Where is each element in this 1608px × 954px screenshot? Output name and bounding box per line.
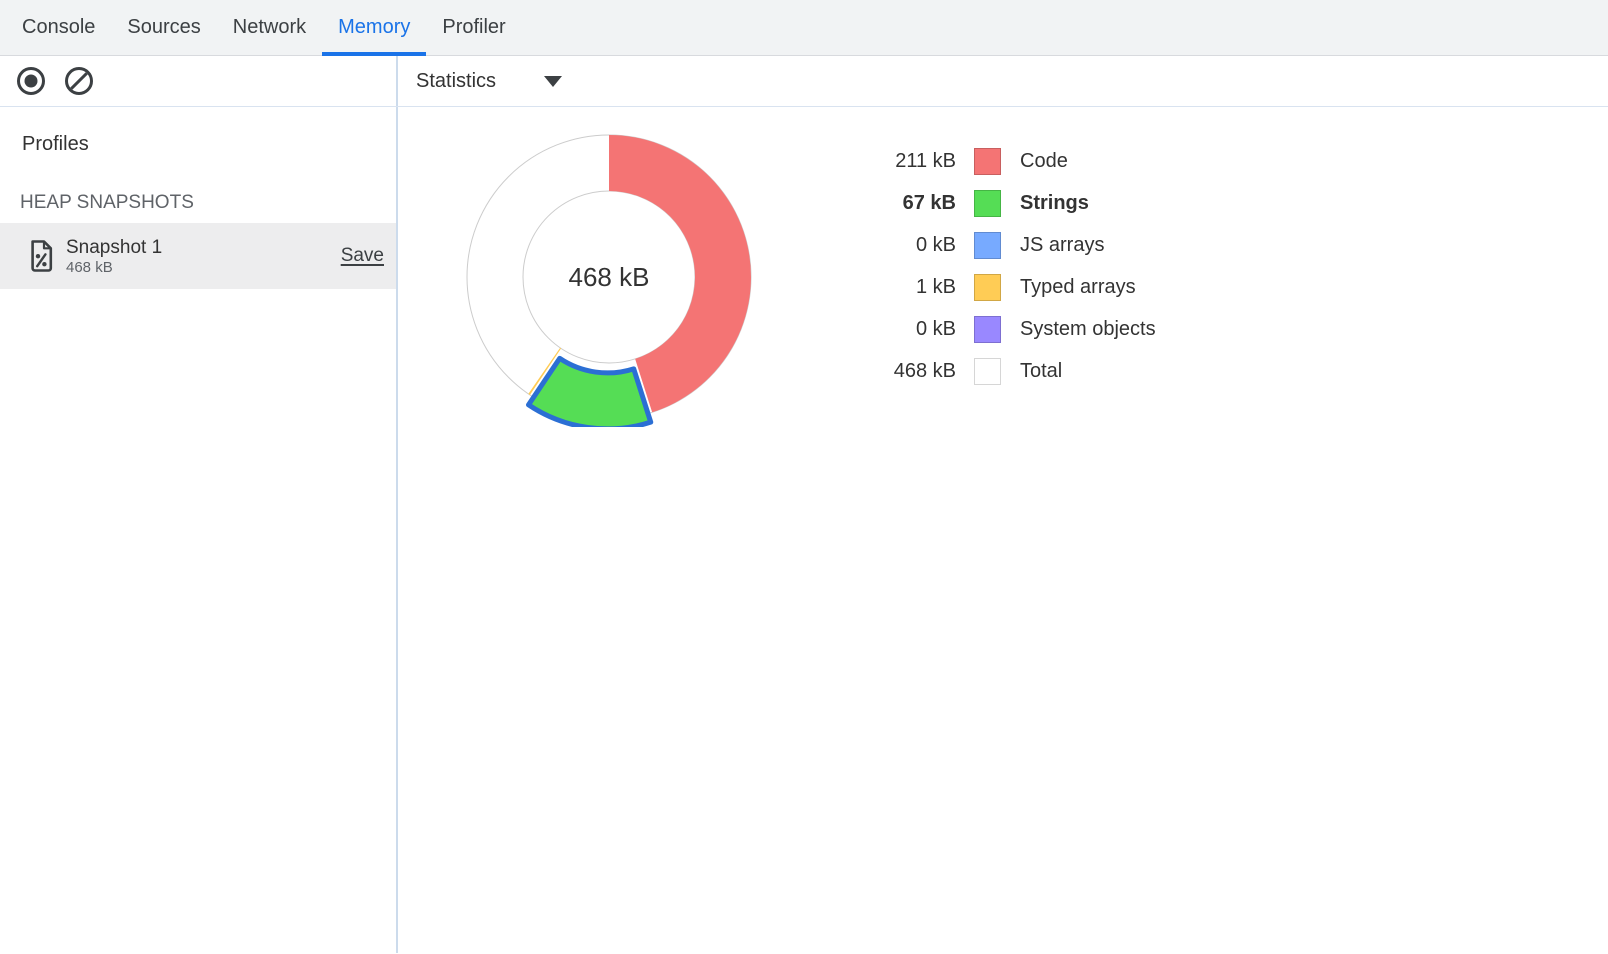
dropdown-arrow-icon <box>544 76 562 87</box>
legend-swatch-typed-arrays <box>974 274 1001 301</box>
profiles-sidebar: Profiles HEAP SNAPSHOTS Snapshot 1 468 k… <box>0 107 398 953</box>
legend-swatch-strings <box>974 190 1001 217</box>
legend-label: Total <box>1020 360 1062 383</box>
legend-row-js-arrays[interactable]: 0 kB JS arrays <box>836 224 1156 266</box>
tab-memory[interactable]: Memory <box>322 0 426 55</box>
heap-donut-chart-wrap: 468 kB <box>459 127 759 427</box>
heap-snapshot-icon <box>28 240 54 272</box>
tab-network[interactable]: Network <box>217 0 322 55</box>
clear-icon <box>65 67 93 95</box>
legend-swatch-system-objects <box>974 316 1001 343</box>
legend-label: Strings <box>1020 192 1089 215</box>
legend-size: 0 kB <box>836 318 956 341</box>
legend-size: 67 kB <box>836 192 956 215</box>
snapshot-title: Snapshot 1 <box>66 236 341 259</box>
legend-label: Typed arrays <box>1020 276 1136 299</box>
memory-toolbar: Statistics <box>0 56 1608 107</box>
devtools-tabbar: Console Sources Network Memory Profiler <box>0 0 1608 56</box>
legend-row-strings[interactable]: 67 kB Strings <box>836 182 1156 224</box>
memory-panel-content: Profiles HEAP SNAPSHOTS Snapshot 1 468 k… <box>0 107 1608 953</box>
donut-chart <box>459 127 759 427</box>
record-heap-snapshot-button[interactable] <box>17 67 45 95</box>
statistics-view: 468 kB 211 kB Code 67 kB Strings 0 kB JS… <box>398 107 1608 953</box>
legend-size: 0 kB <box>836 234 956 257</box>
legend-label: JS arrays <box>1020 234 1104 257</box>
snapshot-size: 468 kB <box>66 259 341 277</box>
donut-ring-outline <box>523 191 695 363</box>
legend-label: Code <box>1020 150 1068 173</box>
perspective-select-value: Statistics <box>416 70 496 93</box>
snapshot-text: Snapshot 1 468 kB <box>66 236 341 277</box>
legend-size: 468 kB <box>836 360 956 383</box>
toolbar-left <box>0 56 398 106</box>
perspective-select[interactable]: Statistics <box>416 70 562 93</box>
save-snapshot-link[interactable]: Save <box>341 245 384 267</box>
clear-profiles-button[interactable] <box>65 67 93 95</box>
legend-size: 211 kB <box>836 150 956 173</box>
tab-sources[interactable]: Sources <box>111 0 216 55</box>
legend-row-typed-arrays[interactable]: 1 kB Typed arrays <box>836 266 1156 308</box>
heap-snapshots-heading: HEAP SNAPSHOTS <box>20 192 396 214</box>
legend-swatch-total <box>974 358 1001 385</box>
snapshot-item[interactable]: Snapshot 1 468 kB Save <box>0 223 396 289</box>
tab-profiler[interactable]: Profiler <box>426 0 521 55</box>
profiles-title: Profiles <box>22 133 396 156</box>
record-icon <box>17 67 45 95</box>
legend-row-code[interactable]: 211 kB Code <box>836 140 1156 182</box>
legend-swatch-code <box>974 148 1001 175</box>
legend-row-total[interactable]: 468 kB Total <box>836 350 1156 392</box>
chart-legend: 211 kB Code 67 kB Strings 0 kB JS arrays… <box>836 140 1156 392</box>
legend-swatch-js-arrays <box>974 232 1001 259</box>
legend-label: System objects <box>1020 318 1156 341</box>
tab-console[interactable]: Console <box>6 0 111 55</box>
legend-size: 1 kB <box>836 276 956 299</box>
toolbar-right: Statistics <box>398 56 1608 106</box>
legend-row-system-objects[interactable]: 0 kB System objects <box>836 308 1156 350</box>
